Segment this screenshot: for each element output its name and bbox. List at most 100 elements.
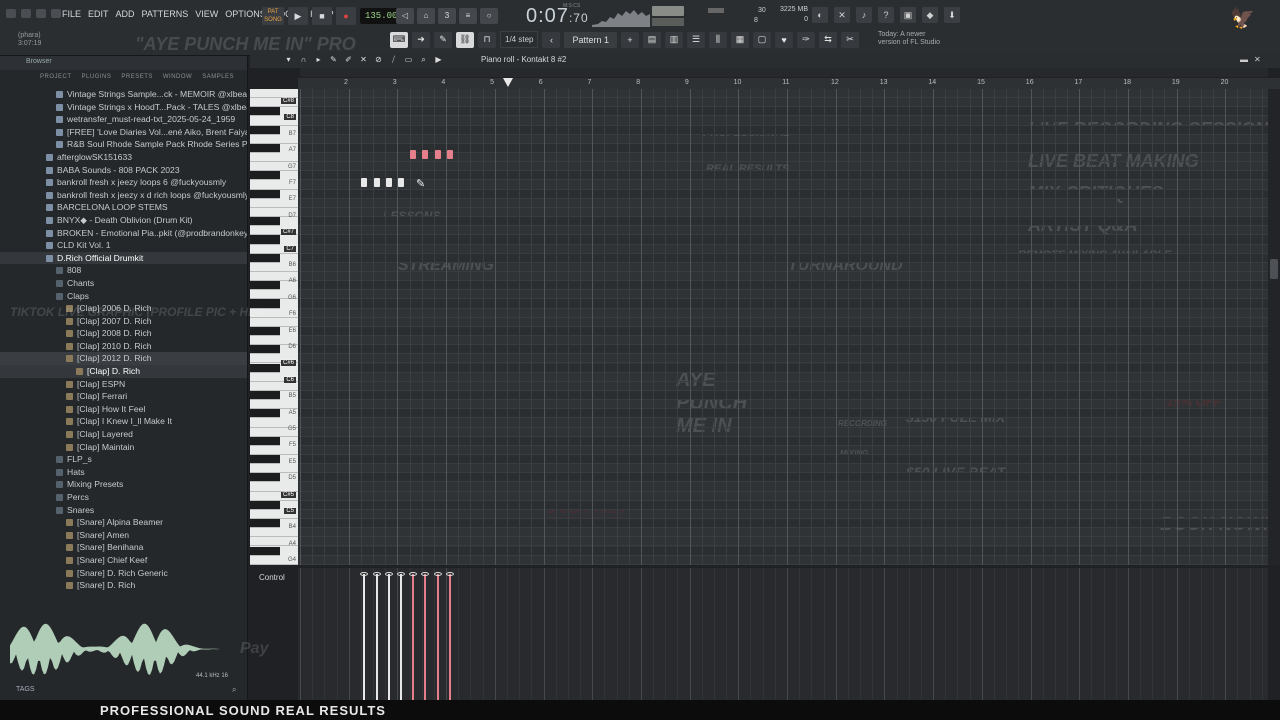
note[interactable] bbox=[446, 150, 453, 160]
velocity-handle[interactable] bbox=[360, 572, 369, 576]
browser-item[interactable]: Vintage Strings x HoodT...Pack - TALES @… bbox=[0, 101, 247, 114]
white-key[interactable] bbox=[250, 464, 298, 474]
app-menu-icon[interactable] bbox=[6, 9, 16, 18]
channel-rack-icon[interactable]: ☰ bbox=[687, 31, 705, 48]
pr-zoom-icon[interactable]: ⌕ bbox=[419, 55, 428, 64]
velocity-handle[interactable] bbox=[384, 572, 393, 576]
white-key[interactable] bbox=[250, 382, 298, 391]
white-key[interactable] bbox=[250, 318, 298, 327]
restore-icon[interactable] bbox=[36, 9, 46, 18]
note[interactable] bbox=[398, 177, 404, 187]
browser-item[interactable]: [Clap] 2008 D. Rich bbox=[0, 327, 247, 340]
vertical-scrollbar[interactable] bbox=[1268, 89, 1280, 565]
black-key[interactable] bbox=[250, 519, 280, 529]
browser-item[interactable]: [Clap] 2012 D. Rich bbox=[0, 352, 247, 366]
browser-item[interactable]: Snares bbox=[0, 504, 247, 517]
velocity-handle[interactable] bbox=[372, 572, 381, 576]
browser-item[interactable]: BABA Sounds - 808 PACK 2023 bbox=[0, 164, 247, 177]
black-key[interactable] bbox=[250, 171, 280, 181]
pattern-prev-icon[interactable]: ‹ bbox=[542, 31, 561, 48]
velocity-bar[interactable] bbox=[375, 574, 378, 700]
pr-brush-icon[interactable]: ✐ bbox=[344, 55, 353, 64]
note[interactable] bbox=[385, 177, 392, 187]
browser-item[interactable]: D.Rich Official Drumkit bbox=[0, 251, 247, 265]
browser-item[interactable]: Claps bbox=[0, 290, 247, 303]
browser-item[interactable]: BROKEN - Emotional Pia..pkit (@prodbrand… bbox=[0, 227, 247, 240]
play-button[interactable]: ▶ bbox=[288, 7, 308, 25]
browser-item[interactable]: [Clap] 2010 D. Rich bbox=[0, 340, 247, 353]
browser-item[interactable]: bankroll fresh x jeezy x d rich loops @f… bbox=[0, 189, 247, 202]
playhead-marker[interactable] bbox=[503, 78, 513, 87]
scroll-icon[interactable]: ⇆ bbox=[819, 31, 837, 48]
black-key[interactable] bbox=[250, 326, 280, 337]
browser-item[interactable]: Chants bbox=[0, 277, 247, 290]
velocity-bar[interactable] bbox=[387, 574, 390, 700]
browser-item[interactable]: [Clap] 2006 D. Rich bbox=[0, 302, 247, 315]
time-display[interactable]: 0:07:70 bbox=[526, 5, 589, 28]
browser-tab-project[interactable]: PROJECT bbox=[40, 74, 72, 80]
browser-item[interactable]: [Snare] D. Rich bbox=[0, 579, 247, 592]
black-key[interactable] bbox=[250, 125, 280, 135]
browser-item[interactable]: CLD Kit Vol. 1 bbox=[0, 239, 247, 252]
pattern-add-icon[interactable]: + bbox=[621, 31, 639, 48]
browser-tab-plugins[interactable]: PLUGINS bbox=[82, 74, 112, 80]
black-key[interactable] bbox=[250, 299, 280, 309]
velocity-handle[interactable] bbox=[433, 572, 442, 576]
menu-add[interactable]: ADD bbox=[116, 9, 135, 19]
piano-keys[interactable]: C#8 C8 B7 A7 G7 F7 E7 D7 C#7 C7 B6 A6 G6 F6 E6 D6 C#6 C6 B… bbox=[250, 89, 298, 565]
browser-item[interactable]: FLP_s bbox=[0, 453, 247, 466]
browser-item[interactable]: [Snare] D. Rich Generic bbox=[0, 567, 247, 580]
master-pitch[interactable] bbox=[652, 18, 684, 26]
stop-button[interactable]: ■ bbox=[312, 7, 332, 25]
master-volume[interactable] bbox=[652, 6, 684, 16]
note-overview[interactable] bbox=[300, 68, 1268, 77]
wait-icon[interactable]: ⌂ bbox=[417, 8, 435, 24]
black-key[interactable] bbox=[250, 253, 280, 263]
browser-tab-window[interactable]: WINDOW bbox=[163, 74, 192, 80]
link-icon[interactable]: ⛓ bbox=[456, 31, 474, 48]
plugin-db-icon[interactable]: ▢ bbox=[753, 31, 771, 48]
browser-item[interactable]: bankroll fresh x jeezy loops 6 @fuckyous… bbox=[0, 176, 247, 189]
browser-item[interactable]: Hats bbox=[0, 466, 247, 479]
browser-tab-samples[interactable]: SAMPLES bbox=[202, 74, 234, 80]
browser-item[interactable]: [Clap] Ferrari bbox=[0, 390, 247, 403]
pattern-selector[interactable]: Pattern 1 bbox=[564, 31, 617, 48]
store-icon[interactable]: ▣ bbox=[900, 7, 916, 23]
note[interactable] bbox=[361, 177, 368, 187]
pr-delete-icon[interactable]: ✕ bbox=[359, 55, 368, 64]
menu-options[interactable]: OPTIONS bbox=[225, 9, 266, 19]
black-key[interactable] bbox=[250, 455, 280, 465]
pr-close-icon[interactable]: ✕ bbox=[1254, 55, 1261, 64]
browser-item[interactable]: afterglowSK151633 bbox=[0, 151, 247, 164]
browser-item[interactable]: Mixing Presets bbox=[0, 478, 247, 491]
black-key[interactable] bbox=[250, 189, 280, 199]
black-key[interactable] bbox=[250, 473, 280, 483]
browser-item[interactable]: [Snare] Alpina Beamer bbox=[0, 516, 247, 529]
browser-icon[interactable]: ▦ bbox=[731, 31, 749, 48]
fl-logo[interactable]: 🦅 bbox=[1230, 6, 1266, 30]
browser-item[interactable]: BARCELONA LOOP STEMS bbox=[0, 201, 247, 214]
mixer-icon[interactable]: ⫼ bbox=[709, 31, 727, 48]
microphone-icon[interactable]: ♪ bbox=[856, 7, 872, 23]
plugin-icon[interactable]: ◆ bbox=[922, 7, 938, 23]
black-key[interactable] bbox=[250, 500, 280, 510]
browser-item[interactable]: [FREE] 'Love Diaries Vol...ené Aiko, Bre… bbox=[0, 126, 247, 139]
timeline-ruler[interactable]: 2 3 4 5 6 7 8 9 10 11 12 13 14 15 16 17 18 19 20 bbox=[298, 78, 1280, 89]
minimize-icon[interactable] bbox=[21, 9, 31, 18]
tools-icon[interactable]: ✕ bbox=[834, 7, 850, 23]
online-icon[interactable]: ◐ bbox=[812, 7, 828, 23]
menu-file[interactable]: FILE bbox=[62, 9, 81, 19]
black-key[interactable] bbox=[250, 345, 280, 355]
black-key[interactable] bbox=[250, 363, 280, 373]
pr-play-icon[interactable]: ▸ bbox=[314, 55, 323, 64]
velocity-bar[interactable] bbox=[448, 574, 451, 700]
browser-item[interactable]: [Clap] How It Feel bbox=[0, 403, 247, 416]
metronome-icon[interactable]: ◁ bbox=[396, 8, 414, 24]
browser-item[interactable]: [Clap] ESPN bbox=[0, 378, 247, 391]
note[interactable] bbox=[434, 150, 441, 160]
black-key[interactable] bbox=[250, 281, 280, 291]
tag-search-icon[interactable]: ⌕ bbox=[232, 685, 236, 695]
menu-view[interactable]: VIEW bbox=[195, 9, 218, 19]
velocity-bar[interactable] bbox=[412, 574, 415, 700]
browser-tab-presets[interactable]: PRESETS bbox=[121, 74, 153, 80]
